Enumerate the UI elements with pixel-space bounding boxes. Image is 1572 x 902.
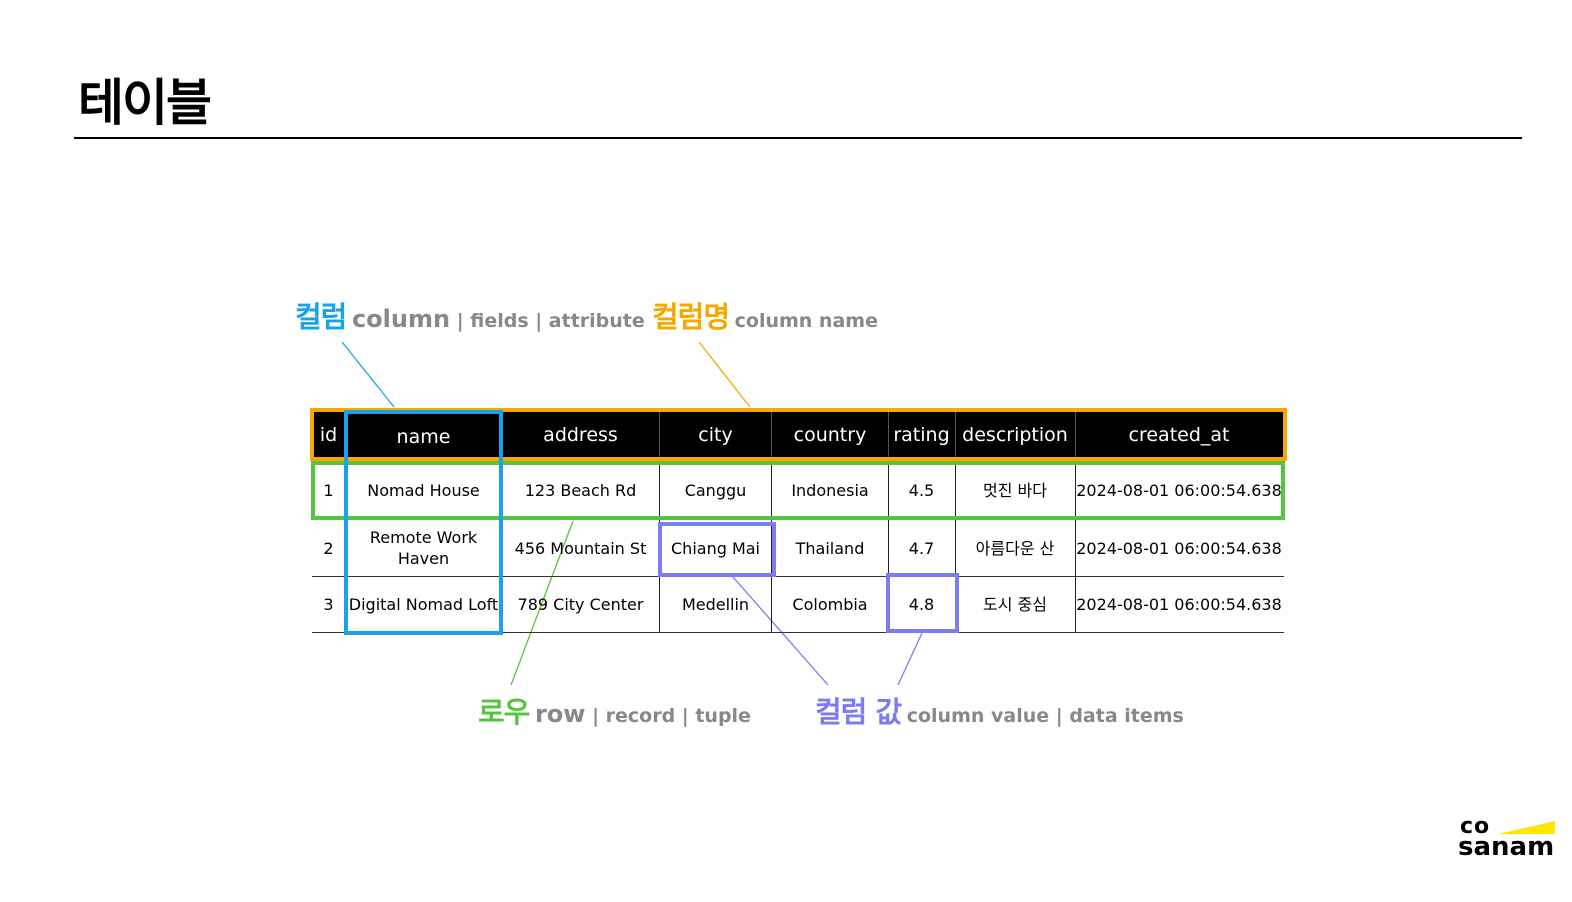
column-name-connector xyxy=(698,341,751,408)
row-label-ko: 로우 xyxy=(478,695,530,729)
column-value-connector-2 xyxy=(897,632,923,686)
row-label-synonyms: | record | tuple xyxy=(585,705,751,727)
column-label-synonyms: | fields | attribute xyxy=(450,310,645,332)
cosanam-logo: co sanam xyxy=(1458,814,1558,862)
cell-description: 도시 중심 xyxy=(983,595,1047,614)
column-value-label-en: column value | data items xyxy=(906,705,1184,727)
cell-created-at: 2024-08-01 06:00:54.638 xyxy=(1076,595,1282,614)
cell-description: 아름다운 산 xyxy=(975,538,1055,558)
cell-created-at: 2024-08-01 06:00:54.638 xyxy=(1076,538,1282,558)
column-highlight xyxy=(344,410,503,635)
cell-rating: 4.7 xyxy=(908,538,935,558)
cell-address: 789 City Center xyxy=(517,595,644,614)
cell-city: Medellin xyxy=(681,595,750,614)
logo-text-sanam: sanam xyxy=(1458,832,1555,862)
row-label-en: row xyxy=(534,700,586,728)
cell-country: Colombia xyxy=(792,595,868,614)
column-label: 컬럼 column | fields | attribute xyxy=(295,294,645,336)
cell-address: 456 Mountain St xyxy=(514,538,647,558)
column-name-label: 컬럼명 column name xyxy=(652,294,878,336)
column-connector xyxy=(341,341,395,408)
cell-country: Thailand xyxy=(795,538,865,558)
column-value-label: 컬럼 값 column value | data items xyxy=(815,689,1184,731)
column-label-ko: 컬럼 xyxy=(295,300,347,334)
column-value-label-ko: 컬럼 값 xyxy=(815,695,902,729)
column-label-en: column xyxy=(351,305,451,333)
cell-id: 2 xyxy=(323,538,334,558)
column-name-label-en: column name xyxy=(734,310,878,332)
cell-id: 3 xyxy=(323,595,334,614)
column-value-highlight xyxy=(658,522,776,577)
column-value-highlight xyxy=(886,573,959,633)
column-name-label-ko: 컬럼명 xyxy=(652,300,730,334)
row-label: 로우 row | record | tuple xyxy=(478,689,751,731)
